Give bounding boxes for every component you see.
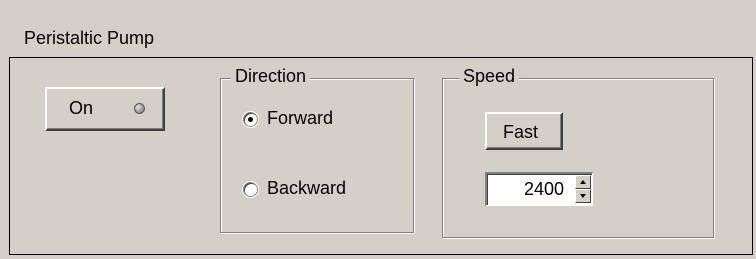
fast-button-label: Fast	[503, 122, 539, 142]
led-indicator-icon	[134, 103, 145, 114]
speed-legend: Speed	[459, 66, 520, 86]
speed-spinner[interactable]: 2400	[485, 172, 593, 206]
speed-value[interactable]: 2400	[524, 179, 564, 200]
spin-up-arrow-icon[interactable]	[575, 175, 591, 189]
fast-button[interactable]: Fast	[485, 112, 563, 150]
direction-legend: Direction	[231, 66, 311, 86]
speed-group	[442, 78, 714, 238]
forward-radio[interactable]	[243, 112, 258, 127]
direction-group	[220, 78, 414, 233]
backward-label[interactable]: Backward	[267, 178, 346, 199]
on-button[interactable]: On	[45, 87, 165, 131]
backward-radio[interactable]	[243, 182, 258, 197]
on-button-label: On	[69, 98, 94, 118]
panel-title: Peristaltic Pump	[24, 28, 155, 48]
forward-label[interactable]: Forward	[267, 108, 333, 129]
spin-down-arrow-icon[interactable]	[575, 189, 591, 203]
